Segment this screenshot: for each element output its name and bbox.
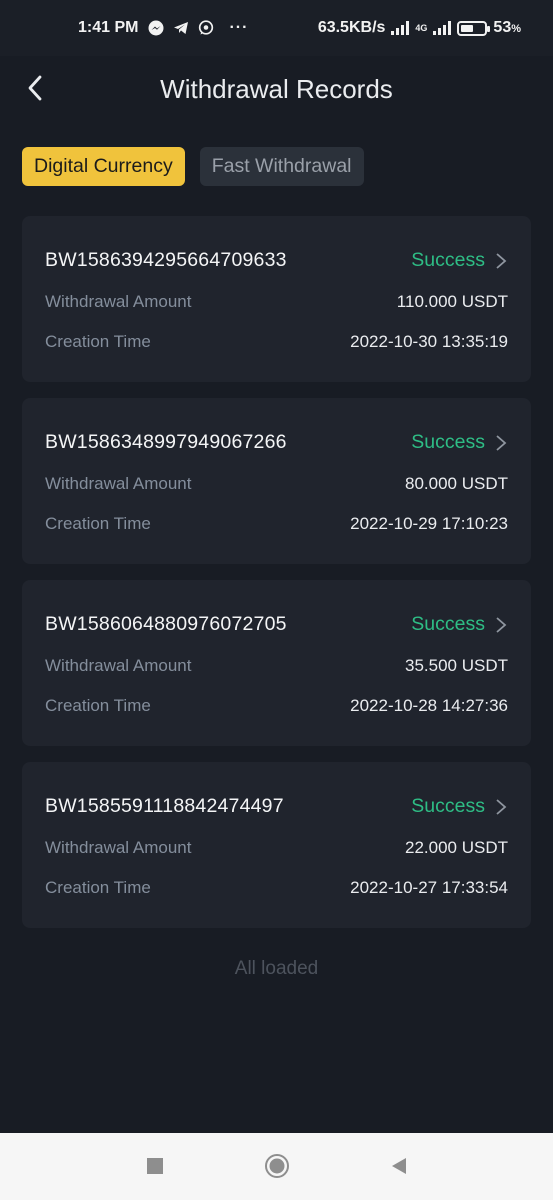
amount-label: Withdrawal Amount xyxy=(45,656,192,675)
all-loaded-text: All loaded xyxy=(234,958,319,979)
status-link[interactable]: Success xyxy=(411,431,507,454)
time-label: Creation Time xyxy=(45,332,151,351)
record-card[interactable]: BW1586394295664709633 Success Withdrawal… xyxy=(22,216,531,382)
back-triangle-icon[interactable] xyxy=(386,1153,412,1179)
signal-icon xyxy=(391,21,410,35)
records-list: BW1586394295664709633 Success Withdrawal… xyxy=(22,216,531,944)
status-text: Success xyxy=(411,795,485,817)
messenger-icon xyxy=(148,20,164,36)
home-circle-icon[interactable] xyxy=(264,1153,290,1179)
tab-bar: Digital Currency Fast Withdrawal xyxy=(22,147,364,186)
page-title: Withdrawal Records xyxy=(160,74,393,104)
record-card[interactable]: BW1586064880976072705 Success Withdrawal… xyxy=(22,580,531,746)
record-card[interactable]: BW1585591118842474497 Success Withdrawal… xyxy=(22,762,531,928)
tab-digital-currency[interactable]: Digital Currency xyxy=(22,147,185,186)
notification-icons: ··· xyxy=(148,19,248,37)
time-label: Creation Time xyxy=(45,696,151,715)
amount-value: 22.000 USDT xyxy=(405,838,508,857)
status-right: 63.5KB/s 4G 53% xyxy=(318,19,521,37)
amount-value: 35.500 USDT xyxy=(405,656,508,675)
battery-percent: 53% xyxy=(493,19,521,36)
chevron-right-icon xyxy=(496,616,507,633)
order-id: BW1586394295664709633 xyxy=(45,249,287,271)
status-link[interactable]: Success xyxy=(411,795,507,818)
amount-label: Withdrawal Amount xyxy=(45,474,192,493)
time-value: 2022-10-27 17:33:54 xyxy=(350,878,508,897)
page-header: Withdrawal Records xyxy=(0,56,553,120)
time-value: 2022-10-28 14:27:36 xyxy=(350,696,508,715)
recents-square-icon[interactable] xyxy=(142,1153,168,1179)
system-nav-bar xyxy=(0,1133,553,1200)
amount-value: 110.000 USDT xyxy=(396,292,508,311)
time-label: Creation Time xyxy=(45,514,151,533)
network-speed: 63.5KB/s xyxy=(317,19,386,36)
status-text: Success xyxy=(411,431,485,453)
amount-value: 80.000 USDT xyxy=(405,474,508,493)
status-text: Success xyxy=(411,249,485,271)
amount-label: Withdrawal Amount xyxy=(45,292,192,311)
chevron-right-icon xyxy=(496,798,507,815)
tab-fast-withdrawal[interactable]: Fast Withdrawal xyxy=(199,147,364,186)
record-card[interactable]: BW1586348997949067266 Success Withdrawal… xyxy=(22,398,531,564)
network-type: 4G xyxy=(415,23,428,33)
time-value: 2022-10-29 17:10:23 xyxy=(350,514,508,533)
time-value: 2022-10-30 13:35:19 xyxy=(350,332,508,351)
status-time: 1:41 PM xyxy=(78,19,139,36)
order-id: BW1586348997949067266 xyxy=(45,431,287,453)
status-text: Success xyxy=(411,613,485,635)
status-link[interactable]: Success xyxy=(411,249,507,272)
whatsapp-icon xyxy=(199,20,214,35)
signal-icon-2 xyxy=(433,21,452,35)
more-notifications-icon: ··· xyxy=(229,19,249,36)
chevron-right-icon xyxy=(496,434,507,451)
order-id: BW1585591118842474497 xyxy=(45,795,284,817)
order-id: BW1586064880976072705 xyxy=(45,613,287,635)
telegram-icon xyxy=(174,22,189,34)
status-bar: 1:41 PM ··· 63.5KB/s 4G 53% xyxy=(0,0,553,56)
status-link[interactable]: Success xyxy=(411,613,507,636)
battery-icon xyxy=(457,20,491,36)
time-label: Creation Time xyxy=(45,878,151,897)
chevron-right-icon xyxy=(496,252,507,269)
amount-label: Withdrawal Amount xyxy=(45,838,192,857)
